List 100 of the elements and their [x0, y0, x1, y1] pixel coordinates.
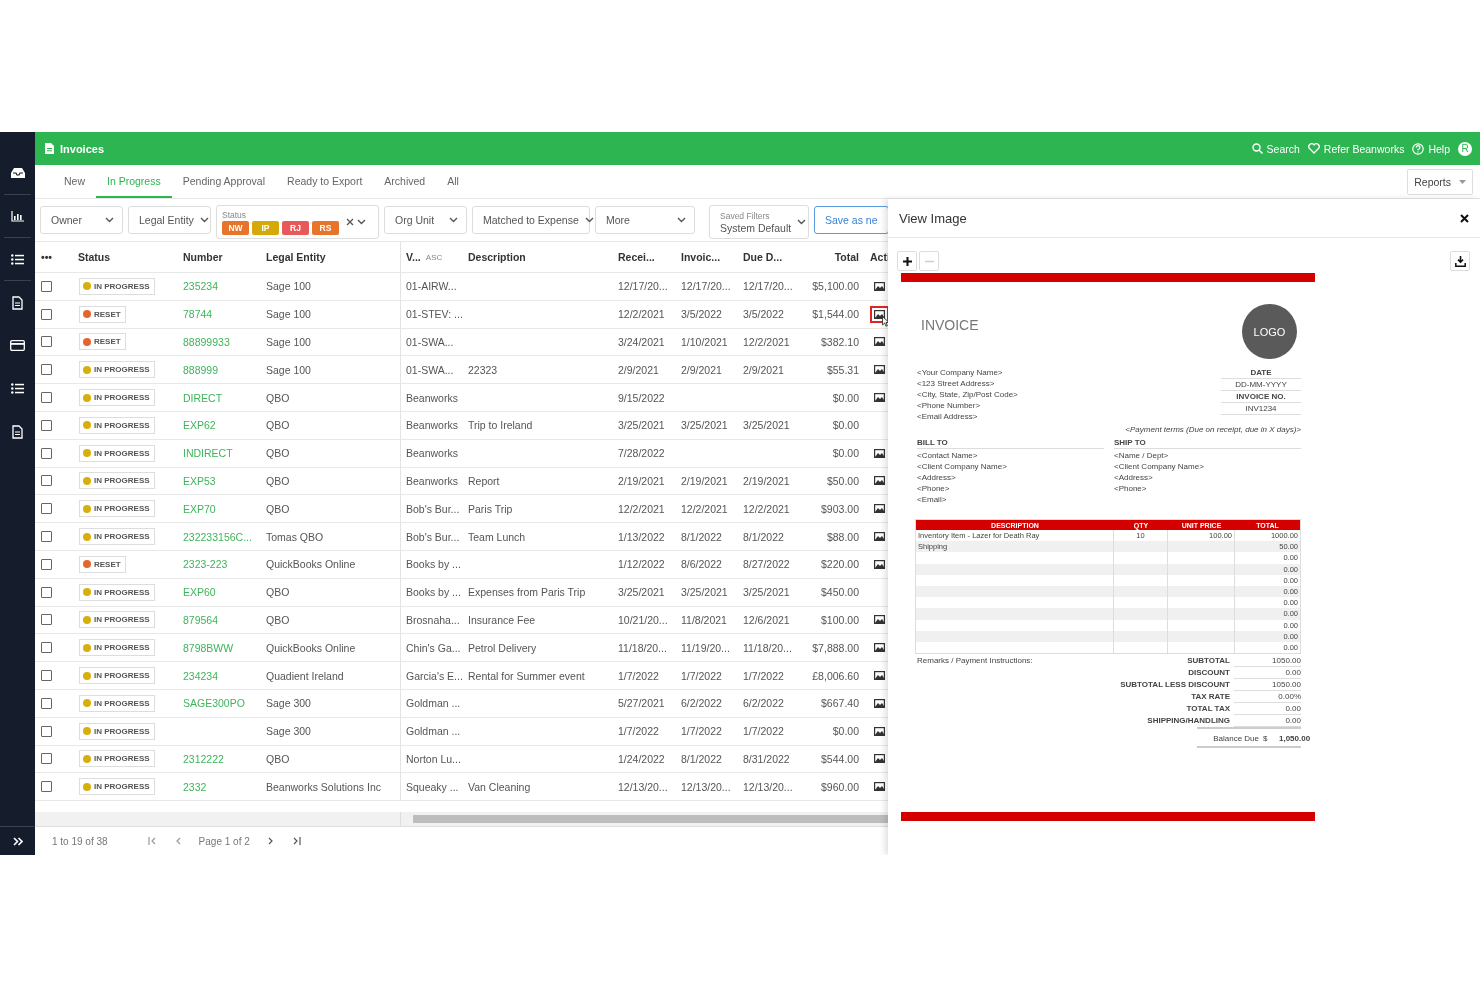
owner-filter[interactable]: Owner	[40, 206, 123, 234]
address-line: <Client Company Name>	[1114, 461, 1205, 472]
tab[interactable]: New	[53, 165, 96, 198]
invoice-number-link[interactable]: 888999	[183, 363, 219, 376]
invoice-number-link[interactable]: 879564	[183, 613, 219, 626]
expand-icon[interactable]	[12, 836, 23, 846]
column-menu[interactable]: •••	[41, 251, 53, 263]
clear-icon[interactable]	[346, 218, 354, 226]
invoice-number-link[interactable]: EXP53	[183, 474, 216, 487]
last-page-icon[interactable]	[291, 837, 301, 846]
tab[interactable]: In Progress	[96, 165, 172, 198]
invoice-number-link[interactable]: 235234	[183, 280, 219, 293]
table-cell: Goldman ...	[406, 697, 461, 710]
invoice-number-link[interactable]: 2323-223	[183, 558, 228, 571]
row-checkbox[interactable]	[41, 725, 52, 737]
list-icon[interactable]	[11, 383, 24, 394]
saved-filter-dropdown[interactable]: Saved Filters System Default	[709, 205, 809, 239]
legal-entity-filter[interactable]: Legal Entity	[128, 206, 211, 234]
column-header[interactable]: Number	[183, 251, 223, 263]
zoom-in-button[interactable]	[897, 251, 917, 271]
column-header[interactable]: Status	[78, 251, 111, 263]
first-page-icon[interactable]	[147, 837, 157, 846]
chevron-icon[interactable]	[357, 219, 366, 225]
invoice-number-link[interactable]: 2312222	[183, 752, 224, 765]
invoice-number-link[interactable]: EXP70	[183, 502, 216, 515]
row-checkbox[interactable]	[41, 531, 52, 543]
more-filter[interactable]: More	[595, 206, 695, 234]
inbox-icon[interactable]	[9, 167, 26, 179]
table-cell: 1/7/2022	[743, 669, 784, 682]
user-avatar[interactable]: R	[1458, 141, 1472, 156]
row-checkbox[interactable]	[41, 753, 52, 765]
table-cell: 1/10/2021	[681, 336, 728, 348]
tab[interactable]: Ready to Export	[276, 165, 374, 198]
row-checkbox[interactable]	[41, 392, 52, 404]
status-chip[interactable]: RJ	[282, 220, 309, 235]
row-checkbox[interactable]	[41, 280, 52, 292]
invoice-number-link[interactable]: SAGE300PO	[183, 697, 245, 710]
row-checkbox[interactable]	[41, 614, 52, 626]
invoice-number-link[interactable]: 2332	[183, 780, 207, 793]
next-page-icon[interactable]	[267, 837, 274, 846]
invoice-number-link[interactable]: 232233156C...	[183, 530, 252, 543]
document-icon[interactable]	[12, 424, 23, 439]
row-checkbox[interactable]	[41, 419, 52, 431]
tab[interactable]: All	[436, 165, 470, 198]
close-icon[interactable]	[1460, 213, 1469, 223]
status-chip[interactable]: IP	[252, 220, 279, 235]
row-checkbox[interactable]	[41, 364, 52, 376]
column-header[interactable]: Description	[468, 251, 526, 263]
row-checkbox[interactable]	[41, 642, 52, 654]
org-unit-filter[interactable]: Org Unit	[384, 206, 467, 234]
row-checkbox[interactable]	[41, 586, 52, 598]
invoice-number-link[interactable]: EXP60	[183, 586, 216, 599]
row-checkbox[interactable]	[41, 781, 52, 793]
table-cell: QBO	[266, 502, 290, 515]
row-checkbox[interactable]	[41, 447, 52, 459]
invoice-number-link[interactable]: EXP62	[183, 419, 216, 432]
row-checkbox[interactable]	[41, 336, 52, 348]
header-link[interactable]: Search	[1251, 142, 1300, 155]
row-checkbox[interactable]	[41, 558, 52, 570]
reports-dropdown[interactable]: Reports	[1407, 168, 1473, 195]
column-header[interactable]: Invoic...	[681, 251, 721, 263]
invoice-number-link[interactable]: DIRECT	[183, 391, 223, 404]
table-cell: Brosnaha...	[406, 613, 460, 626]
horizontal-scrollbar[interactable]	[35, 812, 888, 827]
bar-chart-icon[interactable]	[11, 210, 24, 222]
status-chip[interactable]: NW	[222, 220, 249, 235]
status-chip[interactable]: RS	[312, 220, 339, 235]
list-icon[interactable]	[11, 253, 24, 265]
invoice-number-link[interactable]: 78744	[183, 308, 213, 321]
header-link[interactable]: Refer Beanworks	[1307, 142, 1405, 155]
table-cell: QBO	[266, 613, 290, 626]
invoice-number-link[interactable]: 88899933	[183, 336, 230, 348]
image-icon	[874, 643, 885, 653]
tab[interactable]: Archived	[373, 165, 437, 198]
invoice-number-link[interactable]: 8798BWW	[183, 641, 234, 654]
status-filter[interactable]: Status NW IP RJ RS	[216, 205, 379, 239]
column-header[interactable]: Legal Entity	[266, 251, 326, 263]
row-checkbox[interactable]	[41, 475, 52, 487]
column-header[interactable]: Recei...	[618, 251, 655, 263]
table-cell: Sage 300	[266, 697, 311, 710]
table-cell: Bob's Bur...	[406, 530, 460, 543]
save-as-new-button[interactable]: Save as ne	[814, 206, 888, 234]
invoice-number-link[interactable]: INDIRECT	[183, 447, 233, 460]
column-header[interactable]: V...	[406, 251, 421, 263]
row-checkbox[interactable]	[41, 503, 52, 515]
row-checkbox[interactable]	[41, 670, 52, 682]
previous-page-icon[interactable]	[174, 837, 181, 846]
column-header[interactable]: Due D...	[743, 251, 783, 263]
invoice-number-link[interactable]: 234234	[183, 669, 219, 682]
download-button[interactable]	[1450, 251, 1470, 271]
sender-line: <Your Company Name>	[917, 367, 1004, 378]
table-cell: Sage 300	[266, 725, 311, 738]
row-checkbox[interactable]	[41, 308, 52, 320]
tab[interactable]: Pending Approval	[171, 165, 277, 198]
credit-card-icon[interactable]	[10, 340, 25, 351]
column-header[interactable]: Total	[834, 251, 859, 263]
status-label: IN PROGRESS	[94, 754, 150, 764]
header-link[interactable]: Help	[1412, 142, 1450, 155]
document-icon[interactable]	[12, 295, 23, 310]
row-checkbox[interactable]	[41, 697, 52, 709]
